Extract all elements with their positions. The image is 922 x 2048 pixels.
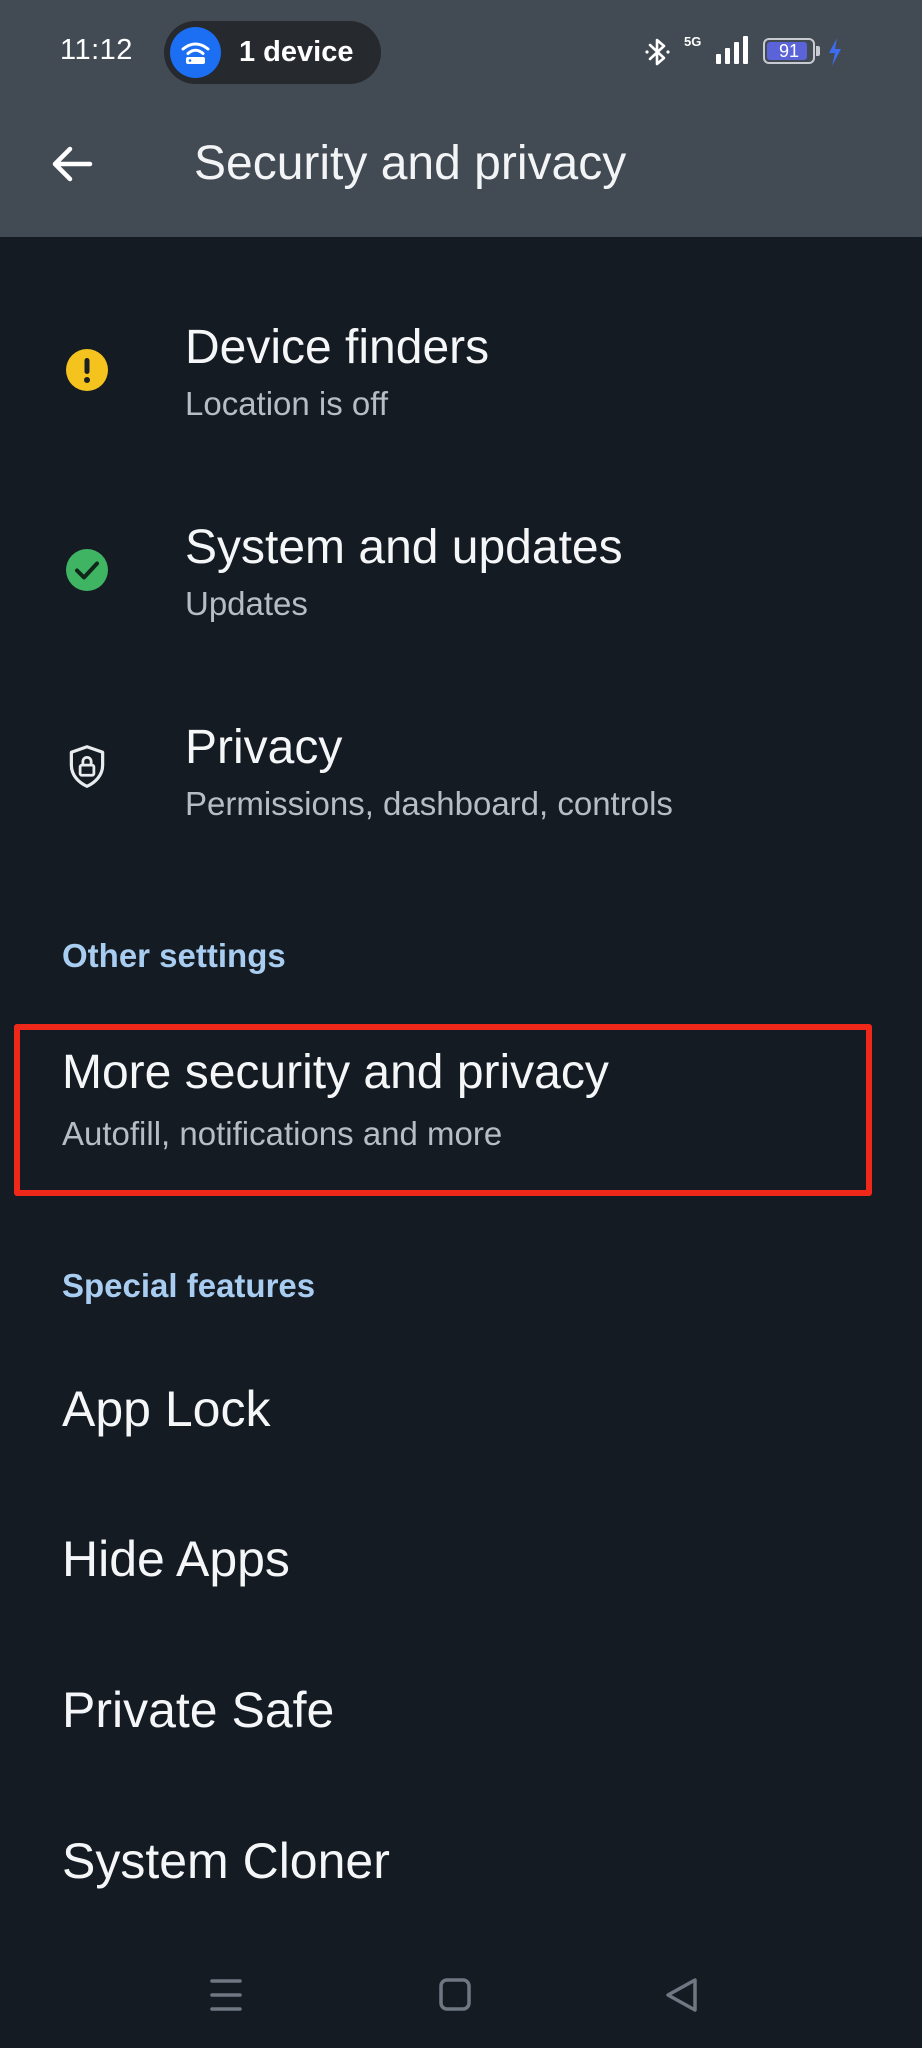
back-nav-button[interactable] bbox=[652, 1970, 712, 2020]
hotspot-chip[interactable]: 1 device bbox=[164, 21, 381, 84]
battery-level: 91 bbox=[778, 41, 800, 61]
cellular-signal-icon bbox=[716, 36, 748, 64]
menu-icon bbox=[210, 1979, 242, 2011]
status-bar: 11:12 1 device 5G 91 bbox=[0, 0, 922, 106]
navigation-bar bbox=[0, 1940, 922, 2048]
list-item-system-updates[interactable]: System and updates Updates bbox=[0, 500, 922, 660]
back-triangle-icon bbox=[666, 1978, 697, 2012]
item-title: Device finders bbox=[185, 321, 490, 374]
app-bar: Security and privacy bbox=[0, 106, 922, 237]
battery-icon: 91 bbox=[763, 38, 815, 64]
item-subtitle: Updates bbox=[185, 585, 308, 622]
back-button[interactable] bbox=[36, 128, 108, 200]
item-subtitle: Permissions, dashboard, controls bbox=[185, 785, 673, 822]
list-item-system-cloner[interactable]: System Cloner bbox=[0, 1812, 922, 1912]
highlight-box bbox=[14, 1024, 872, 1196]
item-title: Privacy bbox=[185, 721, 343, 774]
list-item-device-finders[interactable]: Device finders Location is off bbox=[0, 300, 922, 460]
charging-bolt-icon bbox=[829, 38, 841, 66]
item-title: Hide Apps bbox=[62, 1531, 290, 1587]
status-icons: 5G 91 bbox=[644, 34, 854, 70]
item-title: Private Safe bbox=[62, 1682, 335, 1738]
back-arrow-icon bbox=[52, 146, 93, 182]
list-item-hide-apps[interactable]: Hide Apps bbox=[0, 1510, 922, 1610]
list-item-private-safe[interactable]: Private Safe bbox=[0, 1661, 922, 1761]
home-button[interactable] bbox=[425, 1970, 485, 2020]
hotspot-label: 1 device bbox=[239, 36, 354, 68]
status-time: 11:12 bbox=[60, 34, 133, 66]
list-item-app-lock[interactable]: App Lock bbox=[0, 1360, 922, 1460]
item-title: App Lock bbox=[62, 1381, 271, 1437]
item-subtitle: Location is off bbox=[185, 385, 389, 422]
shield-lock-icon bbox=[69, 745, 105, 788]
item-title: System Cloner bbox=[62, 1833, 390, 1889]
recents-button[interactable] bbox=[196, 1970, 256, 2020]
list-item-privacy[interactable]: Privacy Permissions, dashboard, controls bbox=[0, 700, 922, 860]
item-title: System and updates bbox=[185, 521, 623, 574]
top-area: 11:12 1 device 5G 91 Security and privac… bbox=[0, 0, 922, 237]
page-title: Security and privacy bbox=[194, 137, 627, 190]
network-type-label: 5G bbox=[684, 34, 702, 49]
wifi-hotspot-icon bbox=[170, 27, 221, 78]
section-header-special-features: Special features bbox=[62, 1267, 316, 1304]
warning-icon bbox=[66, 349, 108, 391]
battery-nub bbox=[816, 46, 820, 56]
check-circle-icon bbox=[66, 549, 108, 591]
bluetooth-icon bbox=[645, 38, 670, 66]
section-header-other-settings: Other settings bbox=[62, 937, 286, 974]
home-square-icon bbox=[439, 1978, 471, 2011]
